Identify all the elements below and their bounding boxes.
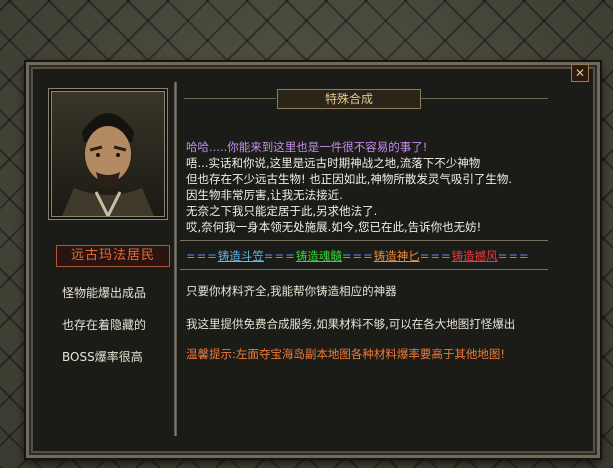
npc-info-line-2: 也存在着隐藏的 xyxy=(62,318,147,332)
close-button[interactable]: ✕ xyxy=(571,64,589,82)
npc-name-label: 远古玛法居民 xyxy=(56,245,170,267)
story-line-2: 唔...实话和你说,这里是远古时期神战之地,流落下不少神物 xyxy=(186,156,481,170)
message-tip: 温馨提示:左面夺宝海岛副本地图各种材料爆率要高于其他地图! xyxy=(186,347,505,361)
craft-separator: === xyxy=(419,249,452,263)
craft-options-row: ===铸造斗笠===铸造魂髓===铸造神匕===铸造撼风=== xyxy=(186,248,530,264)
craft-hanfeng-link[interactable]: 铸造撼风 xyxy=(452,249,498,263)
story-line-4: 因生物非常厉害,让我无法接近. xyxy=(186,188,343,202)
npc-info-line-1: 怪物能爆出成品 xyxy=(62,286,147,300)
panel-divider xyxy=(174,82,177,436)
message-line-1: 只要你材料齐全,我能帮你铸造相应的神器 xyxy=(186,284,397,298)
dialog-title: 特殊合成 xyxy=(277,89,421,109)
title-rule-left xyxy=(184,98,276,99)
npc-info-line-3: BOSS爆率很高 xyxy=(62,350,143,364)
message-line-2: 我这里提供免费合成服务,如果材料不够,可以在各大地图打怪爆出 xyxy=(186,317,516,331)
story-line-1: 哈哈.....你能来到这里也是一件很不容易的事了! xyxy=(186,140,428,154)
craft-separator: === xyxy=(263,249,296,263)
craft-douli-link[interactable]: 铸造斗笠 xyxy=(218,249,264,263)
section-divider-top xyxy=(180,240,548,241)
craft-hunsui-link[interactable]: 铸造魂髓 xyxy=(296,249,342,263)
npc-portrait xyxy=(48,88,168,220)
story-line-6: 哎,奈何我一身本领无处施展.如今,您已在此,告诉你也无妨! xyxy=(186,220,482,234)
craft-separator: === xyxy=(497,249,530,263)
npc-info-panel: 远古玛法居民 怪物能爆出成品 也存在着隐藏的 BOSS爆率很高 xyxy=(36,76,174,442)
craft-shenbi-link[interactable]: 铸造神匕 xyxy=(374,249,420,263)
section-divider-bottom xyxy=(180,269,548,270)
story-line-5: 无奈之下我只能定居于此,另求他法了. xyxy=(186,204,378,218)
craft-separator: === xyxy=(186,249,218,263)
craft-separator: === xyxy=(341,249,374,263)
story-line-3: 但也存在不少远古生物! 也正因如此,神物所散发灵气吸引了生物. xyxy=(186,172,513,186)
title-rule-right xyxy=(420,98,548,99)
